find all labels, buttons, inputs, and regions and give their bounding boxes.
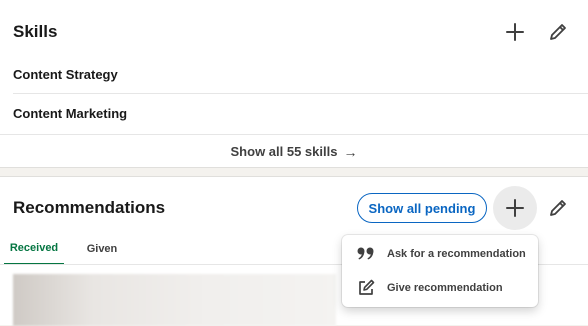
show-all-skills-link[interactable]: Show all 55 skills → [0, 134, 588, 168]
plus-icon [506, 199, 524, 217]
menu-item-ask-recommendation[interactable]: Ask for a recommendation [342, 237, 538, 271]
skill-item[interactable]: Content Strategy [13, 54, 588, 94]
pencil-icon [550, 200, 566, 216]
tab-received[interactable]: Received [4, 232, 64, 265]
skills-card: Skills Content Strategy Content Marketin… [0, 0, 588, 168]
menu-item-label: Give recommendation [387, 282, 503, 294]
edit-square-icon [356, 278, 376, 298]
add-skill-button[interactable] [495, 12, 535, 52]
menu-item-label: Ask for a recommendation [387, 248, 526, 260]
arrow-right-icon: → [343, 143, 358, 160]
skill-item[interactable]: Content Marketing [13, 93, 588, 133]
tab-given[interactable]: Given [74, 232, 130, 265]
quote-icon [356, 244, 376, 264]
show-all-pending-button[interactable]: Show all pending [357, 193, 487, 223]
skills-title: Skills [13, 22, 58, 41]
blurred-recommendation-preview [13, 274, 336, 326]
edit-skills-button[interactable] [538, 12, 578, 52]
edit-recommendations-button[interactable] [538, 188, 578, 228]
menu-item-give-recommendation[interactable]: Give recommendation [342, 271, 538, 305]
add-recommendation-button[interactable] [493, 186, 537, 230]
add-recommendation-menu: Ask for a recommendation Give recommenda… [342, 235, 538, 307]
show-all-skills-label: Show all 55 skills [230, 144, 338, 159]
plus-icon [506, 23, 524, 41]
pencil-icon [550, 24, 566, 40]
recommendations-title: Recommendations [13, 198, 166, 217]
